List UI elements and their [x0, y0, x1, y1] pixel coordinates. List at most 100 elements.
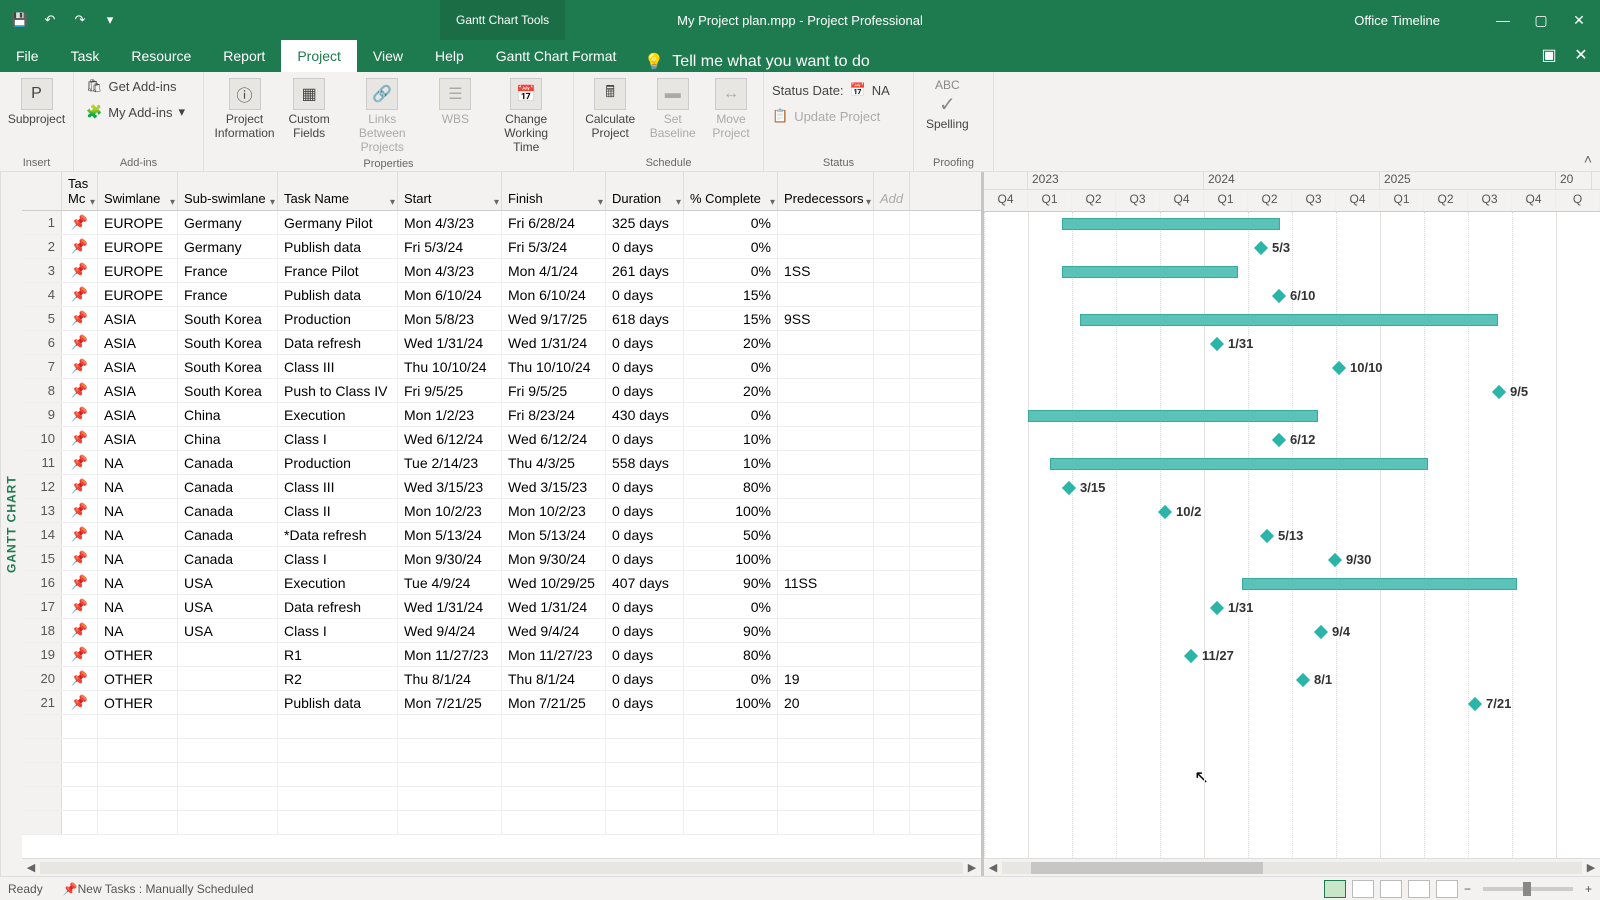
cell-taskname[interactable]: R2 — [278, 667, 398, 690]
task-mode-icon[interactable] — [62, 739, 98, 762]
cell-pred[interactable] — [778, 763, 874, 786]
gantt-milestone[interactable] — [1332, 361, 1346, 375]
row-number[interactable]: 7 — [22, 355, 62, 378]
table-row[interactable]: 5📌ASIASouth KoreaProductionMon 5/8/23Wed… — [22, 307, 981, 331]
cell-pct[interactable]: 0% — [684, 355, 778, 378]
cell-pred[interactable] — [778, 451, 874, 474]
task-mode-icon[interactable]: 📌 — [62, 235, 98, 258]
row-number[interactable] — [22, 787, 62, 810]
task-mode-icon[interactable]: 📌 — [62, 619, 98, 642]
table-row[interactable] — [22, 787, 981, 811]
gantt-milestone[interactable] — [1492, 385, 1506, 399]
gantt-milestone[interactable] — [1272, 289, 1286, 303]
cell-subswimlane[interactable]: South Korea — [178, 331, 278, 354]
cell-add[interactable] — [874, 643, 910, 666]
project-information-button[interactable]: ⓘProject Information — [212, 76, 277, 142]
gantt-row[interactable]: 5/13 — [984, 524, 1600, 548]
gantt-body[interactable]: ↖ 5/36/101/3110/109/56/123/1510/25/139/3… — [984, 212, 1600, 858]
view-gantt-button[interactable] — [1324, 880, 1346, 898]
cell-swimlane[interactable]: ASIA — [98, 307, 178, 330]
cell-pred[interactable] — [778, 619, 874, 642]
table-row[interactable] — [22, 763, 981, 787]
cell-finish[interactable] — [502, 787, 606, 810]
tab-project[interactable]: Project — [281, 40, 357, 72]
row-number[interactable]: 4 — [22, 283, 62, 306]
cell-taskname[interactable]: *Data refresh — [278, 523, 398, 546]
cell-add[interactable] — [874, 811, 910, 834]
minimize-button[interactable]: — — [1488, 5, 1518, 35]
cell-subswimlane[interactable] — [178, 811, 278, 834]
task-mode-icon[interactable]: 📌 — [62, 307, 98, 330]
cell-add[interactable] — [874, 763, 910, 786]
cell-swimlane[interactable] — [98, 739, 178, 762]
cell-add[interactable] — [874, 427, 910, 450]
cell-finish[interactable]: Fri 6/28/24 — [502, 211, 606, 234]
cell-subswimlane[interactable]: South Korea — [178, 307, 278, 330]
cell-swimlane[interactable]: NA — [98, 523, 178, 546]
task-mode-icon[interactable]: 📌 — [62, 499, 98, 522]
task-mode-icon[interactable] — [62, 715, 98, 738]
cell-pct[interactable]: 100% — [684, 691, 778, 714]
cell-pred[interactable] — [778, 475, 874, 498]
gantt-row[interactable] — [984, 812, 1600, 836]
cell-finish[interactable]: Mon 10/2/23 — [502, 499, 606, 522]
cell-duration[interactable]: 325 days — [606, 211, 684, 234]
cell-start[interactable] — [398, 811, 502, 834]
row-number[interactable]: 10 — [22, 427, 62, 450]
table-row[interactable]: 2📌EUROPEGermanyPublish dataFri 5/3/24Fri… — [22, 235, 981, 259]
cell-duration[interactable]: 0 days — [606, 427, 684, 450]
cell-add[interactable] — [874, 211, 910, 234]
gantt-milestone[interactable] — [1062, 481, 1076, 495]
cell-swimlane[interactable]: NA — [98, 571, 178, 594]
date-picker-icon[interactable]: 📅 — [850, 82, 866, 98]
change-working-time-button[interactable]: 📅Change Working Time — [487, 76, 565, 156]
cell-start[interactable]: Mon 9/30/24 — [398, 547, 502, 570]
gantt-row[interactable]: 9/4 — [984, 620, 1600, 644]
cell-duration[interactable] — [606, 787, 684, 810]
table-row[interactable] — [22, 715, 981, 739]
column-header-subswimlane[interactable]: Sub-swimlane▾ — [178, 172, 278, 210]
table-row[interactable]: 3📌EUROPEFranceFrance PilotMon 4/3/23Mon … — [22, 259, 981, 283]
cell-swimlane[interactable]: OTHER — [98, 643, 178, 666]
cell-taskname[interactable]: Data refresh — [278, 595, 398, 618]
gantt-milestone[interactable] — [1254, 241, 1268, 255]
gantt-milestone[interactable] — [1328, 553, 1342, 567]
task-mode-icon[interactable]: 📌 — [62, 451, 98, 474]
cell-start[interactable]: Wed 9/4/24 — [398, 619, 502, 642]
cell-subswimlane[interactable]: China — [178, 403, 278, 426]
cell-duration[interactable]: 261 days — [606, 259, 684, 282]
table-row[interactable]: 9📌ASIAChinaExecutionMon 1/2/23Fri 8/23/2… — [22, 403, 981, 427]
gantt-row[interactable]: 5/3 — [984, 236, 1600, 260]
cell-pct[interactable] — [684, 763, 778, 786]
cell-pred[interactable]: 20 — [778, 691, 874, 714]
cell-add[interactable] — [874, 691, 910, 714]
cell-finish[interactable]: Mon 7/21/25 — [502, 691, 606, 714]
cell-duration[interactable] — [606, 739, 684, 762]
cell-subswimlane[interactable]: USA — [178, 619, 278, 642]
row-number[interactable]: 14 — [22, 523, 62, 546]
cell-pct[interactable]: 50% — [684, 523, 778, 546]
new-tasks-mode[interactable]: New Tasks : Manually Scheduled — [78, 882, 254, 896]
table-row[interactable] — [22, 739, 981, 763]
ribbon-display-options-icon[interactable]: ▣ — [1538, 44, 1560, 66]
cell-duration[interactable] — [606, 715, 684, 738]
filter-dropdown-icon[interactable]: ▾ — [270, 197, 275, 208]
gantt-row[interactable] — [984, 572, 1600, 596]
cell-subswimlane[interactable]: Germany — [178, 235, 278, 258]
cell-swimlane[interactable]: ASIA — [98, 379, 178, 402]
gantt-horizontal-scrollbar[interactable]: ◀ ▶ — [984, 858, 1600, 876]
sheet-body[interactable]: 1📌EUROPEGermanyGermany PilotMon 4/3/23Fr… — [22, 211, 981, 858]
cell-start[interactable]: Wed 3/15/23 — [398, 475, 502, 498]
cell-pct[interactable]: 90% — [684, 571, 778, 594]
scroll-right-icon[interactable]: ▶ — [963, 861, 981, 874]
calculate-project-button[interactable]: 🖩Calculate Project — [582, 76, 638, 142]
cell-pct[interactable]: 80% — [684, 643, 778, 666]
cell-add[interactable] — [874, 331, 910, 354]
column-header-tasmode[interactable]: Tas Mc▾ — [62, 172, 98, 210]
gantt-milestone[interactable] — [1184, 649, 1198, 663]
table-row[interactable]: 11📌NACanadaProductionTue 2/14/23Thu 4/3/… — [22, 451, 981, 475]
cell-taskname[interactable]: Publish data — [278, 283, 398, 306]
cell-finish[interactable]: Fri 9/5/25 — [502, 379, 606, 402]
cell-start[interactable]: Mon 7/21/25 — [398, 691, 502, 714]
tab-report[interactable]: Report — [207, 40, 281, 72]
